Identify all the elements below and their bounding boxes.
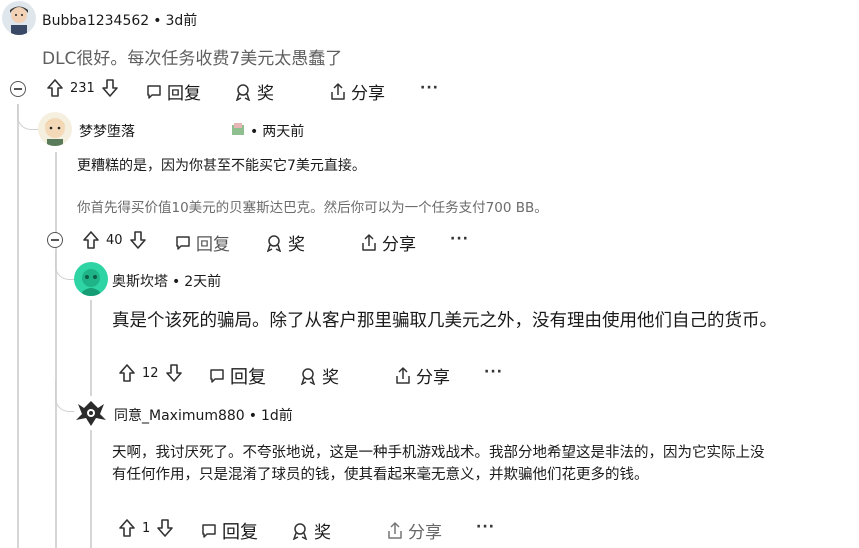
reply-button[interactable]: 回复 <box>175 230 230 255</box>
comment-meta-time: • 两天前 <box>246 121 304 141</box>
reply-icon <box>176 235 190 250</box>
reply-label: 回复 <box>230 367 266 388</box>
comment-body: DLC很好。每次任务收费7美元太愚蠢了 <box>42 49 343 69</box>
award-icon <box>266 234 282 252</box>
avatar[interactable] <box>2 1 36 35</box>
share-label: 分享 <box>382 235 416 255</box>
reply-icon <box>147 84 161 99</box>
username[interactable]: 梦梦堕落 <box>79 124 135 140</box>
reply-icon <box>202 524 216 538</box>
upvote-icon[interactable] <box>118 518 136 538</box>
reply-label: 回复 <box>167 84 201 104</box>
more-options-button[interactable]: ··· <box>476 519 495 535</box>
more-options-button[interactable]: ··· <box>484 364 503 380</box>
comment-body-line-2: 你首先得买价值10美元的贝塞斯达巴克。然后你可以为一个任务支付700 BB。 <box>77 200 548 216</box>
comment-body-line-1: 天啊，我讨厌死了。不夸张地说，这是一种手机游戏战术。我部分地希望这是非法的，因为… <box>112 445 765 461</box>
share-icon <box>331 82 345 100</box>
share-button[interactable]: 分享 <box>330 79 385 104</box>
share-icon <box>362 233 376 251</box>
timestamp[interactable]: 2天前 <box>184 274 221 290</box>
comment-meta: 梦梦堕落 <box>79 121 135 141</box>
avatar[interactable] <box>74 396 108 430</box>
reply-button[interactable]: 回复 <box>201 518 258 544</box>
share-label: 分享 <box>351 84 385 104</box>
downvote-icon[interactable] <box>156 518 174 538</box>
meta-separator: • <box>250 124 259 140</box>
award-label: 奖 <box>322 368 339 388</box>
reply-label: 回复 <box>222 522 258 543</box>
award-button[interactable]: 奖 <box>299 363 339 388</box>
comment-meta: 同意_Maximum880 • 1d前 <box>114 405 293 425</box>
comment-meta: 奥斯坎塔 • 2天前 <box>112 271 221 291</box>
award-label: 奖 <box>314 523 331 543</box>
comment-body-line-2: 有任何作用，只是混淆了球员的钱，使其看起来毫无意义，并欺骗他们花更多的钱。 <box>112 467 649 483</box>
thread-line-level-1[interactable] <box>55 152 57 548</box>
meta-separator: • <box>248 408 257 424</box>
share-button[interactable]: 分享 <box>395 363 450 388</box>
thread-elbow-reply-3 <box>90 385 91 386</box>
award-icon <box>235 83 251 101</box>
flair-icon <box>231 121 245 135</box>
award-icon <box>300 367 316 385</box>
reply-button[interactable]: 回复 <box>209 363 266 389</box>
thread-elbow-reply-1 <box>17 104 39 130</box>
vote-control: 40 <box>82 230 147 250</box>
collapse-button[interactable] <box>10 81 26 97</box>
timestamp[interactable]: 3d前 <box>165 13 197 29</box>
username[interactable]: Bubba1234562 <box>42 13 149 29</box>
username[interactable]: 奥斯坎塔 <box>112 274 168 290</box>
thread-elbow-reply-2 <box>55 252 75 280</box>
more-options-button[interactable]: ··· <box>450 231 469 247</box>
award-button[interactable]: 奖 <box>234 79 274 104</box>
vote-count: 40 <box>106 232 123 248</box>
downvote-icon[interactable] <box>101 78 119 98</box>
collapse-button[interactable] <box>47 232 63 248</box>
vote-count: 12 <box>142 365 159 381</box>
comment-body: 真是个该死的骗局。除了从客户那里骗取几美元之外，没有理由使用他们自己的货币。 <box>112 311 777 331</box>
award-button[interactable]: 奖 <box>265 230 305 255</box>
share-button[interactable]: 分享 <box>361 230 416 255</box>
share-label: 分享 <box>408 523 442 543</box>
upvote-icon[interactable] <box>82 230 100 250</box>
award-label: 奖 <box>288 235 305 255</box>
downvote-icon[interactable] <box>129 230 147 250</box>
share-icon <box>396 366 410 384</box>
upvote-icon[interactable] <box>118 363 136 383</box>
meta-separator: • <box>153 13 162 29</box>
award-icon <box>292 522 308 540</box>
vote-control: 231 <box>46 78 119 98</box>
reply-button[interactable]: 回复 <box>146 79 201 104</box>
avatar[interactable] <box>38 112 72 146</box>
award-label: 奖 <box>257 84 274 104</box>
meta-separator: • <box>172 274 181 290</box>
vote-count: 231 <box>70 80 95 96</box>
timestamp[interactable]: 两天前 <box>262 124 304 140</box>
vote-count: 1 <box>142 520 151 536</box>
thread-line-level-0[interactable] <box>17 104 19 548</box>
share-button[interactable]: 分享 <box>387 518 442 543</box>
username[interactable]: 同意_Maximum880 <box>114 408 245 424</box>
upvote-icon[interactable] <box>46 78 64 98</box>
share-icon <box>388 521 402 539</box>
downvote-icon[interactable] <box>165 363 183 383</box>
avatar[interactable] <box>74 262 108 296</box>
reply-icon <box>210 369 224 383</box>
comment-body-line-1: 更糟糕的是，因为你甚至不能买它7美元直接。 <box>77 158 366 174</box>
timestamp[interactable]: 1d前 <box>261 408 293 424</box>
more-options-button[interactable]: ··· <box>420 80 439 96</box>
comment-meta: Bubba1234562 • 3d前 <box>42 10 197 30</box>
vote-control: 1 <box>118 518 174 538</box>
reply-label: 回复 <box>196 235 230 255</box>
award-button[interactable]: 奖 <box>291 518 331 543</box>
vote-control: 12 <box>118 363 183 383</box>
thread-elbow-reply-3b <box>55 380 75 412</box>
share-label: 分享 <box>416 368 450 388</box>
